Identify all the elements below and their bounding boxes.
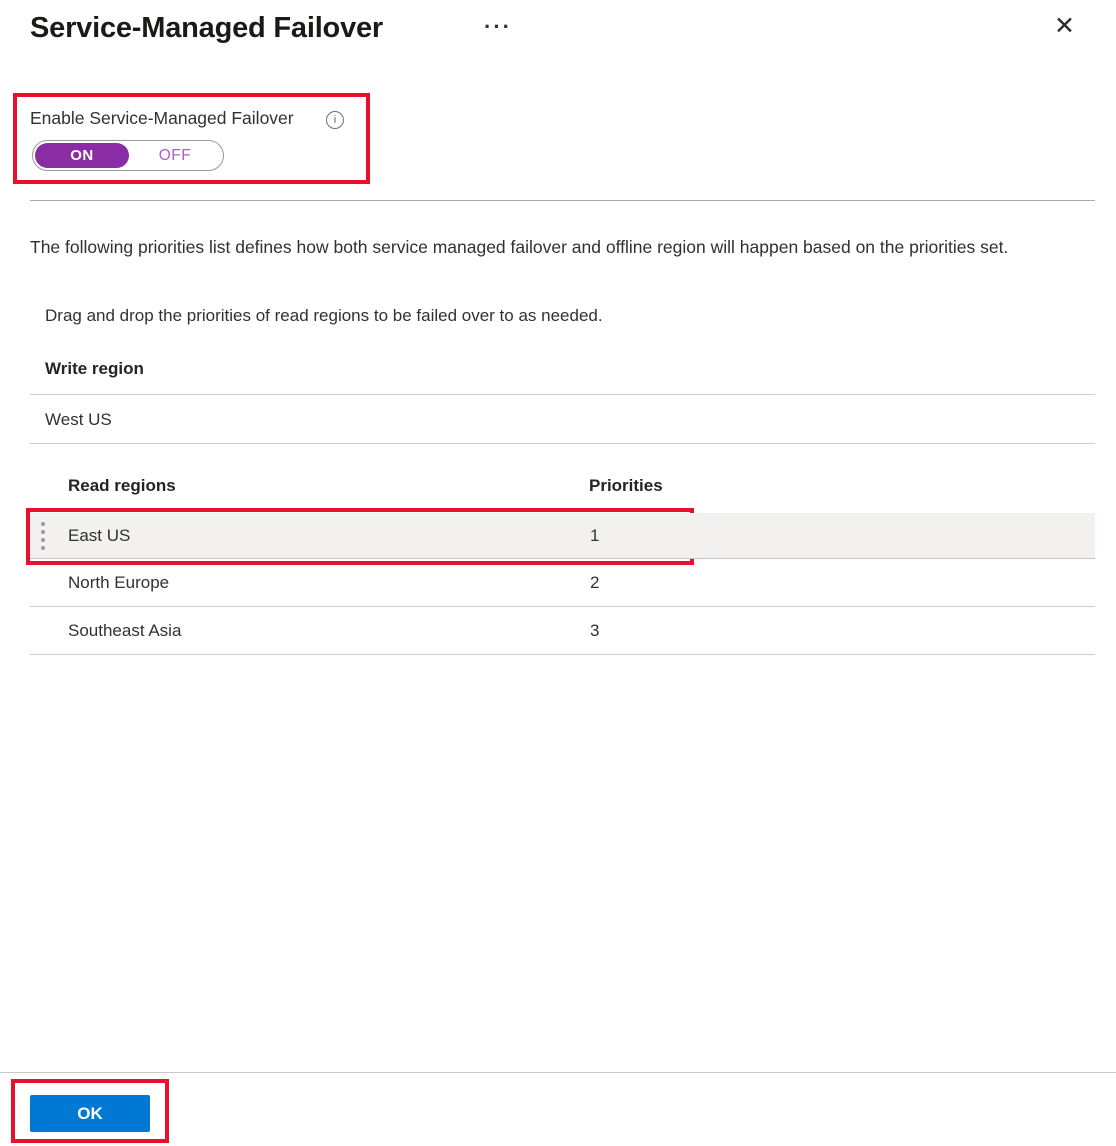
read-region-row-southeast-asia[interactable]: Southeast Asia 3: [30, 608, 1095, 655]
close-icon[interactable]: ✕: [1054, 14, 1075, 39]
divider: [30, 394, 1095, 395]
read-regions-header: Read regions: [68, 476, 176, 496]
drag-drop-hint: Drag and drop the priorities of read reg…: [45, 306, 603, 326]
divider: [30, 200, 1095, 201]
write-region-header: Write region: [45, 359, 144, 379]
service-managed-failover-panel: Service-Managed Failover ··· ✕ Enable Se…: [0, 0, 1116, 1146]
priorities-header: Priorities: [589, 476, 663, 496]
more-options-icon[interactable]: ···: [484, 14, 512, 40]
enable-failover-label: Enable Service-Managed Failover: [30, 108, 294, 129]
ok-button[interactable]: OK: [30, 1095, 150, 1132]
region-name: North Europe: [68, 560, 169, 606]
page-title: Service-Managed Failover: [30, 12, 383, 45]
divider: [0, 1072, 1116, 1073]
region-priority: 1: [590, 513, 599, 558]
toggle-on-option[interactable]: ON: [35, 143, 129, 168]
failover-toggle[interactable]: ON OFF: [32, 140, 224, 171]
region-priority: 2: [590, 560, 599, 606]
read-region-row-east-us[interactable]: East US 1: [30, 513, 1095, 559]
region-priority: 3: [590, 608, 599, 654]
drag-handle-icon[interactable]: [38, 513, 48, 558]
region-name: East US: [68, 513, 130, 558]
toggle-off-option[interactable]: OFF: [129, 143, 221, 168]
priorities-description: The following priorities list defines ho…: [30, 234, 1092, 261]
write-region-value: West US: [45, 410, 112, 430]
divider: [30, 443, 1095, 444]
read-region-row-north-europe[interactable]: North Europe 2: [30, 560, 1095, 607]
info-icon[interactable]: i: [326, 111, 344, 129]
region-name: Southeast Asia: [68, 608, 181, 654]
